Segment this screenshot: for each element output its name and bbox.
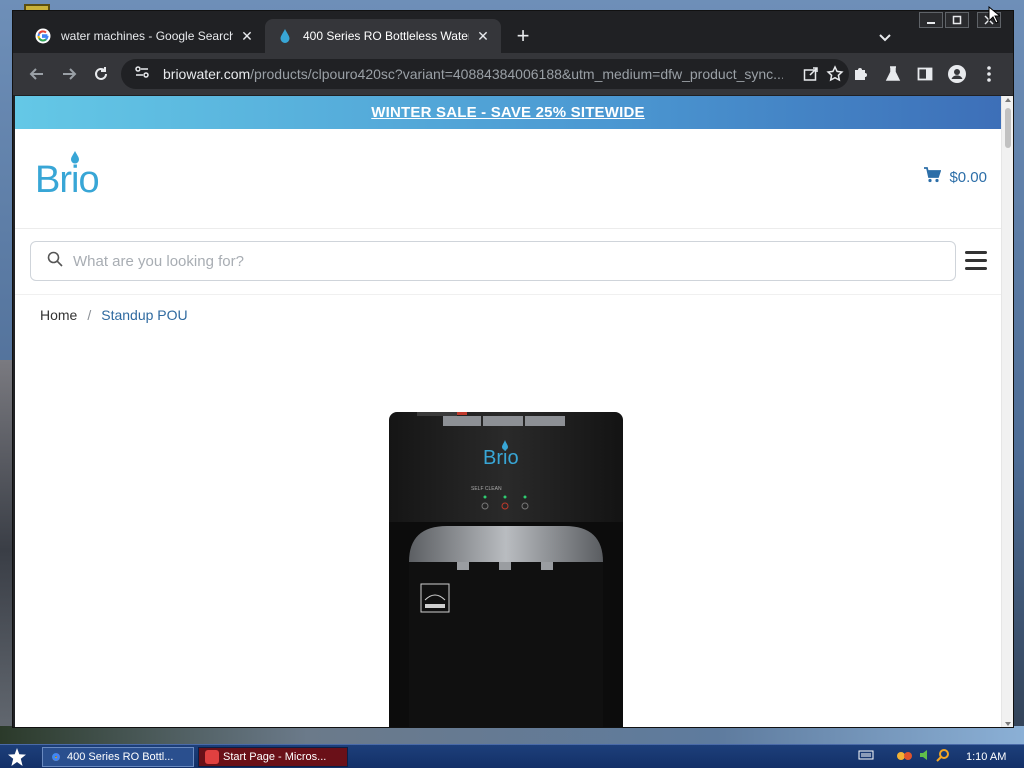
browser-window: water machines - Google Search ✕ 400 Ser… bbox=[12, 10, 1014, 728]
mouse-cursor-icon bbox=[988, 5, 1002, 29]
breadcrumb-separator: / bbox=[87, 307, 92, 323]
url-text: briowater.com/products/clpouro420sc?vari… bbox=[163, 66, 783, 82]
taskbar-item-start-page[interactable]: Start Page - Micros... bbox=[198, 747, 348, 767]
chrome-icon bbox=[49, 750, 63, 764]
app-icon bbox=[205, 750, 219, 764]
scroll-up-arrow-icon[interactable] bbox=[1005, 98, 1011, 102]
tab-title: water machines - Google Search bbox=[61, 29, 233, 43]
share-icon[interactable] bbox=[801, 64, 821, 84]
close-tab-icon[interactable]: ✕ bbox=[239, 28, 255, 45]
url-host: briowater.com bbox=[163, 66, 251, 82]
desktop-wallpaper-bottom bbox=[0, 726, 1024, 744]
taskbar: 400 Series RO Bottl... Start Page - Micr… bbox=[0, 744, 1024, 768]
bookmark-star-icon[interactable] bbox=[825, 64, 845, 84]
google-icon bbox=[35, 28, 51, 44]
maximize-button[interactable] bbox=[945, 12, 969, 28]
site-info-icon[interactable] bbox=[133, 63, 153, 86]
search-icon bbox=[31, 251, 73, 272]
url-path: /products/clpouro420sc?variant=408843840… bbox=[250, 66, 783, 82]
tab-google-search[interactable]: water machines - Google Search ✕ bbox=[23, 19, 265, 53]
profile-avatar-icon[interactable] bbox=[945, 62, 969, 86]
site-header: Brio $0.00 bbox=[15, 129, 1001, 229]
cart-icon bbox=[923, 167, 949, 187]
browser-menu-kebab-icon[interactable] bbox=[977, 62, 1001, 86]
page-scrollbar[interactable] bbox=[1001, 96, 1013, 727]
cart-total: $0.00 bbox=[949, 168, 987, 186]
reload-button[interactable] bbox=[89, 62, 113, 86]
breadcrumb: Home / Standup POU bbox=[40, 307, 188, 323]
promo-link[interactable]: WINTER SALE - SAVE 25% SITEWIDE bbox=[371, 104, 644, 121]
product-panel-label: SELF CLEAN bbox=[471, 486, 502, 492]
side-panel-icon[interactable] bbox=[913, 62, 937, 86]
forward-button[interactable] bbox=[57, 62, 81, 86]
back-button[interactable] bbox=[25, 62, 49, 86]
site-search-box[interactable] bbox=[30, 241, 956, 281]
network-icon[interactable] bbox=[896, 748, 914, 767]
labs-flask-icon[interactable] bbox=[881, 62, 905, 86]
scroll-down-arrow-icon[interactable] bbox=[1005, 722, 1011, 726]
product-brand-text: Brio bbox=[483, 447, 519, 469]
start-button[interactable] bbox=[6, 746, 28, 768]
tab-product-page[interactable]: 400 Series RO Bottleless Water Coo ✕ bbox=[265, 19, 501, 53]
address-bar[interactable]: briowater.com/products/clpouro420sc?vari… bbox=[121, 59, 849, 89]
clock: 1:10 AM bbox=[966, 751, 1007, 763]
page-viewport: WINTER SALE - SAVE 25% SITEWIDE Brio $0.… bbox=[15, 96, 1001, 727]
breadcrumb-current[interactable]: Standup POU bbox=[101, 307, 187, 323]
taskbar-item-label: Start Page - Micros... bbox=[223, 751, 327, 763]
volume-icon[interactable] bbox=[918, 748, 932, 767]
desktop-wallpaper bbox=[0, 360, 12, 740]
promo-banner: WINTER SALE - SAVE 25% SITEWIDE bbox=[15, 96, 1001, 129]
search-tray-icon[interactable] bbox=[936, 748, 950, 767]
svg-text:Brio: Brio bbox=[35, 159, 99, 197]
scroll-thumb[interactable] bbox=[1005, 108, 1011, 148]
search-row bbox=[15, 229, 1001, 295]
taskbar-item-label: 400 Series RO Bottl... bbox=[67, 751, 174, 763]
taskbar-item-chrome[interactable]: 400 Series RO Bottl... bbox=[42, 747, 194, 767]
cart-button[interactable]: $0.00 bbox=[923, 167, 987, 187]
hamburger-menu-icon[interactable] bbox=[965, 251, 987, 271]
tab-strip: water machines - Google Search ✕ 400 Ser… bbox=[13, 11, 1013, 53]
extensions-puzzle-icon[interactable] bbox=[849, 62, 873, 86]
search-input[interactable] bbox=[73, 252, 933, 270]
browser-toolbar: briowater.com/products/clpouro420sc?vari… bbox=[13, 53, 1013, 95]
water-drop-icon bbox=[277, 28, 293, 44]
breadcrumb-home-link[interactable]: Home bbox=[40, 307, 77, 323]
tab-search-chevron-icon[interactable] bbox=[875, 27, 895, 47]
minimize-button[interactable] bbox=[919, 12, 943, 28]
close-tab-icon[interactable]: ✕ bbox=[475, 28, 491, 45]
system-tray: 1:10 AM bbox=[858, 748, 1024, 766]
tab-title: 400 Series RO Bottleless Water Coo bbox=[303, 29, 469, 43]
brio-logo[interactable]: Brio bbox=[33, 147, 123, 201]
keyboard-icon[interactable] bbox=[858, 748, 874, 766]
product-image[interactable]: Brio SELF CLEAN bbox=[387, 409, 625, 727]
new-tab-button[interactable]: + bbox=[511, 25, 535, 49]
